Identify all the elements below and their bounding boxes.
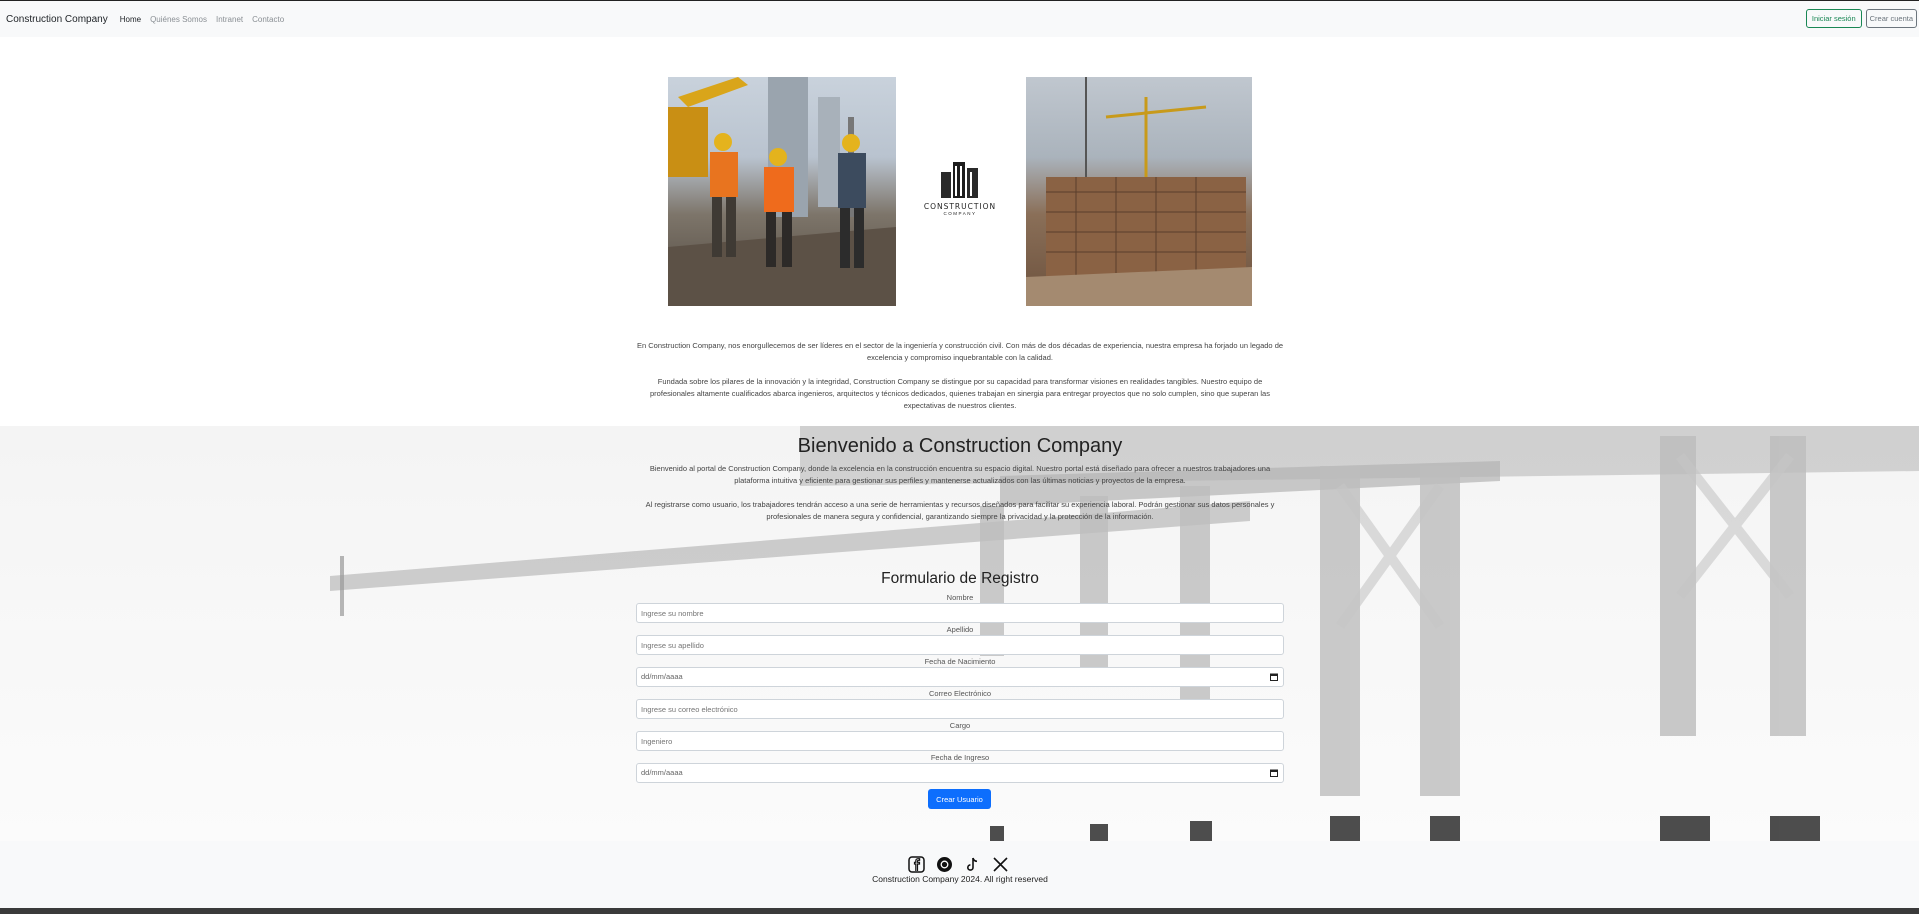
logo-line2: COMPANY xyxy=(943,211,977,216)
welcome-paragraph-2: Al registrarse como usuario, los trabaja… xyxy=(645,500,1275,521)
correo-input[interactable] xyxy=(636,699,1284,719)
copyright-text: Construction Company 2024. All right res… xyxy=(872,874,1048,884)
construction-site-image xyxy=(1026,77,1252,306)
welcome-paragraph-1: Bienvenido al portal de Construction Com… xyxy=(649,464,1271,485)
field-cargo: Cargo xyxy=(636,720,1284,752)
nav-link-contacto[interactable]: Contacto xyxy=(252,15,284,24)
footer-bottom-strip xyxy=(0,908,1919,914)
fecha-nacimiento-input[interactable]: dd/mm/aaaa xyxy=(636,667,1284,687)
registration-form: Nombre Apellido Fecha de Nacimiento dd/m… xyxy=(636,592,1284,784)
nav-link-home[interactable]: Home xyxy=(120,15,141,24)
social-links xyxy=(908,856,1009,873)
tiktok-icon[interactable] xyxy=(964,856,981,873)
threads-icon[interactable] xyxy=(936,856,953,873)
field-apellido: Apellido xyxy=(636,624,1284,656)
fecha-ingreso-label: Fecha de Ingreso xyxy=(930,753,990,762)
nav-link-quienes-somos[interactable]: Quiénes Somos xyxy=(150,15,207,24)
field-correo: Correo Electrónico xyxy=(636,688,1284,720)
fecha-ingreso-placeholder: dd/mm/aaaa xyxy=(641,768,683,777)
nav-actions: Iniciar sesión Crear cuenta xyxy=(1805,9,1917,28)
form-title: Formulario de Registro xyxy=(881,570,1039,587)
logo-line1: CONSTRUCTION xyxy=(923,202,997,211)
building-logo-icon xyxy=(941,162,978,198)
nombre-label: Nombre xyxy=(946,593,974,602)
cargo-input[interactable] xyxy=(636,731,1284,751)
brand-link[interactable]: Construction Company xyxy=(6,14,108,25)
welcome-title: Bienvenido a Construction Company xyxy=(797,435,1123,457)
cargo-label: Cargo xyxy=(949,721,971,730)
correo-label: Correo Electrónico xyxy=(928,689,992,698)
login-button[interactable]: Iniciar sesión xyxy=(1805,9,1862,28)
fecha-nacimiento-placeholder: dd/mm/aaaa xyxy=(641,672,683,681)
field-fecha-nacimiento: Fecha de Nacimiento dd/mm/aaaa xyxy=(636,656,1284,688)
intro-paragraph-2: Fundada sobre los pilares de la innovaci… xyxy=(650,377,1270,410)
field-fecha-ingreso: Fecha de Ingreso dd/mm/aaaa xyxy=(636,752,1284,784)
workers-image xyxy=(668,77,896,306)
calendar-icon[interactable] xyxy=(1270,673,1278,681)
company-logo: CONSTRUCTION COMPANY xyxy=(915,158,1005,224)
apellido-input[interactable] xyxy=(636,635,1284,655)
signup-button[interactable]: Crear cuenta xyxy=(1865,9,1917,28)
facebook-icon[interactable] xyxy=(908,856,925,873)
navbar: Construction Company Home Quiénes Somos … xyxy=(0,0,1919,37)
fecha-nacimiento-label: Fecha de Nacimiento xyxy=(924,657,996,666)
welcome-text: Bienvenido al portal de Construction Com… xyxy=(636,463,1284,535)
nav-link-intranet[interactable]: Intranet xyxy=(216,15,243,24)
field-nombre: Nombre xyxy=(636,592,1284,624)
x-icon[interactable] xyxy=(992,856,1009,873)
apellido-label: Apellido xyxy=(946,625,974,634)
intro-paragraph-1: En Construction Company, nos enorgullece… xyxy=(636,341,1284,362)
fecha-ingreso-input[interactable]: dd/mm/aaaa xyxy=(636,763,1284,783)
create-user-button[interactable]: Crear Usuario xyxy=(928,789,991,809)
calendar-icon[interactable] xyxy=(1270,769,1278,777)
nombre-input[interactable] xyxy=(636,603,1284,623)
intro-section: En Construction Company, nos enorgullece… xyxy=(636,340,1284,424)
